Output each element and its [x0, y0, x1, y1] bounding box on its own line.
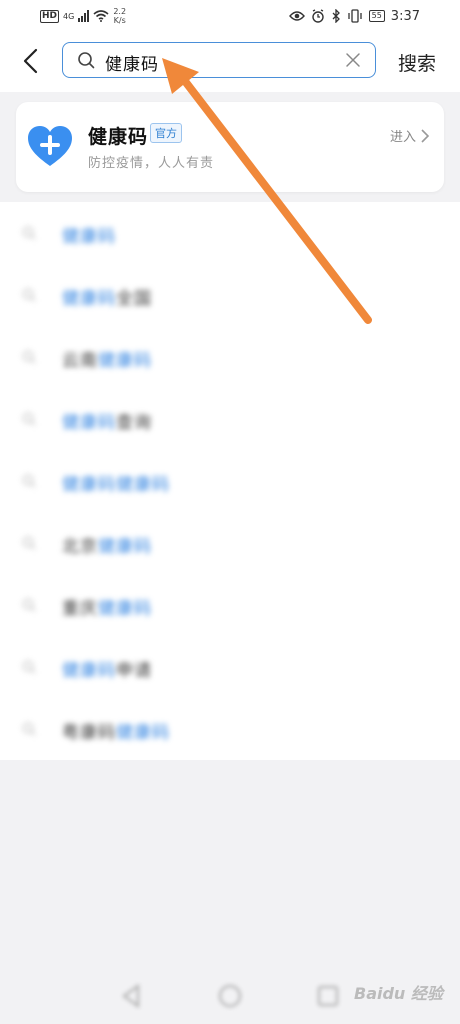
search-icon [22, 660, 36, 674]
search-input[interactable]: 健康码 [62, 42, 376, 78]
nav-back-icon[interactable] [118, 982, 146, 1010]
suggestion-highlight: 健康码健康码 [62, 475, 170, 495]
official-badge: 官方 [150, 123, 182, 143]
suggestion-prefix: 云南 [62, 351, 98, 371]
suggestion-highlight: 健康码 [62, 661, 116, 681]
hd-indicator: HD [40, 9, 60, 23]
suggestion-prefix: 重庆 [62, 599, 98, 619]
card-subtitle: 防控疫情，人人有责 [88, 156, 215, 171]
suggestion-item[interactable]: 健康码全国 [0, 264, 460, 326]
eye-icon [288, 11, 305, 21]
search-query[interactable]: 健康码 [105, 50, 159, 75]
health-code-card[interactable]: 健康码 官方 防控疫情，人人有责 进入 [16, 102, 444, 192]
network-type: 4G [63, 11, 75, 21]
alarm-icon [311, 9, 324, 23]
chevron-right-icon [421, 128, 430, 143]
suggestion-item[interactable]: 健康码 [0, 202, 460, 264]
suggestion-text: 健康码查询 [62, 408, 152, 433]
suggestion-prefix: 北京 [62, 537, 98, 557]
suggestion-text: 重庆健康码 [62, 594, 152, 619]
suggestion-text: 健康码全国 [62, 284, 152, 309]
vibrate-icon [347, 9, 362, 23]
search-icon [22, 722, 36, 736]
clock-time: 3:37 [390, 8, 420, 24]
search-icon [22, 350, 36, 364]
search-icon [22, 288, 36, 302]
suggestion-text: 云南健康码 [62, 346, 152, 371]
bluetooth-icon [332, 9, 340, 23]
suggestion-highlight: 健康码 [98, 537, 152, 557]
suggestion-text: 粤康码健康码 [62, 718, 170, 743]
suggestion-highlight: 健康码 [62, 413, 116, 433]
status-right: 55 3:37 [288, 6, 420, 26]
suggestion-prefix: 粤康码 [62, 723, 116, 743]
suggestion-suffix: 查询 [116, 413, 152, 433]
suggestion-text: 健康码申请 [62, 656, 152, 681]
suggestion-item[interactable]: 健康码申请 [0, 636, 460, 698]
search-icon [22, 536, 36, 550]
chevron-left-icon[interactable] [18, 46, 46, 76]
suggestion-item[interactable]: 北京健康码 [0, 512, 460, 574]
nav-recents-icon[interactable] [314, 982, 342, 1010]
enter-button[interactable]: 进入 [390, 126, 430, 145]
status-left: HD 4G 2.2 K/s [40, 6, 126, 26]
suggestion-item[interactable]: 重庆健康码 [0, 574, 460, 636]
search-icon [78, 52, 95, 69]
search-header: 健康码 搜索 [0, 34, 460, 92]
battery-icon: 55 [368, 10, 385, 22]
suggestion-suffix: 申请 [116, 661, 152, 681]
suggestion-highlight: 健康码 [98, 599, 152, 619]
search-icon [22, 474, 36, 488]
signal-icon [78, 10, 90, 22]
search-icon [22, 412, 36, 426]
search-icon [22, 598, 36, 612]
wifi-icon [93, 10, 109, 22]
enter-label: 进入 [389, 130, 416, 145]
suggestion-item[interactable]: 云南健康码 [0, 326, 460, 388]
suggestion-highlight: 健康码 [116, 723, 170, 743]
search-icon [22, 226, 36, 240]
net-speed-unit: K/s [113, 16, 126, 25]
suggestion-suffix: 全国 [116, 289, 152, 309]
suggestion-highlight: 健康码 [62, 227, 116, 247]
watermark: Baidu 经验 [354, 984, 443, 1003]
heart-plus-icon [28, 126, 72, 166]
suggestion-text: 健康码 [62, 222, 116, 247]
status-bar: HD 4G 2.2 K/s 55 3:37 [0, 0, 460, 34]
suggestion-list: 健康码 健康码全国 云南健康码 健康码查询 健康码健康码 北京健康码 重庆健康码… [0, 202, 460, 760]
net-speed-value: 2.2 [113, 7, 127, 16]
suggestion-text: 北京健康码 [62, 532, 152, 557]
card-title: 健康码 [88, 126, 149, 148]
suggestion-highlight: 健康码 [98, 351, 152, 371]
suggestion-text: 健康码健康码 [62, 470, 170, 495]
suggestion-item[interactable]: 粤康码健康码 [0, 698, 460, 760]
search-button[interactable]: 搜索 [398, 49, 436, 76]
suggestion-item[interactable]: 健康码健康码 [0, 450, 460, 512]
suggestion-highlight: 健康码 [62, 289, 116, 309]
nav-home-icon[interactable] [216, 982, 244, 1010]
net-speed: 2.2 K/s [113, 7, 126, 25]
suggestion-item[interactable]: 健康码查询 [0, 388, 460, 450]
close-icon[interactable] [345, 52, 361, 68]
